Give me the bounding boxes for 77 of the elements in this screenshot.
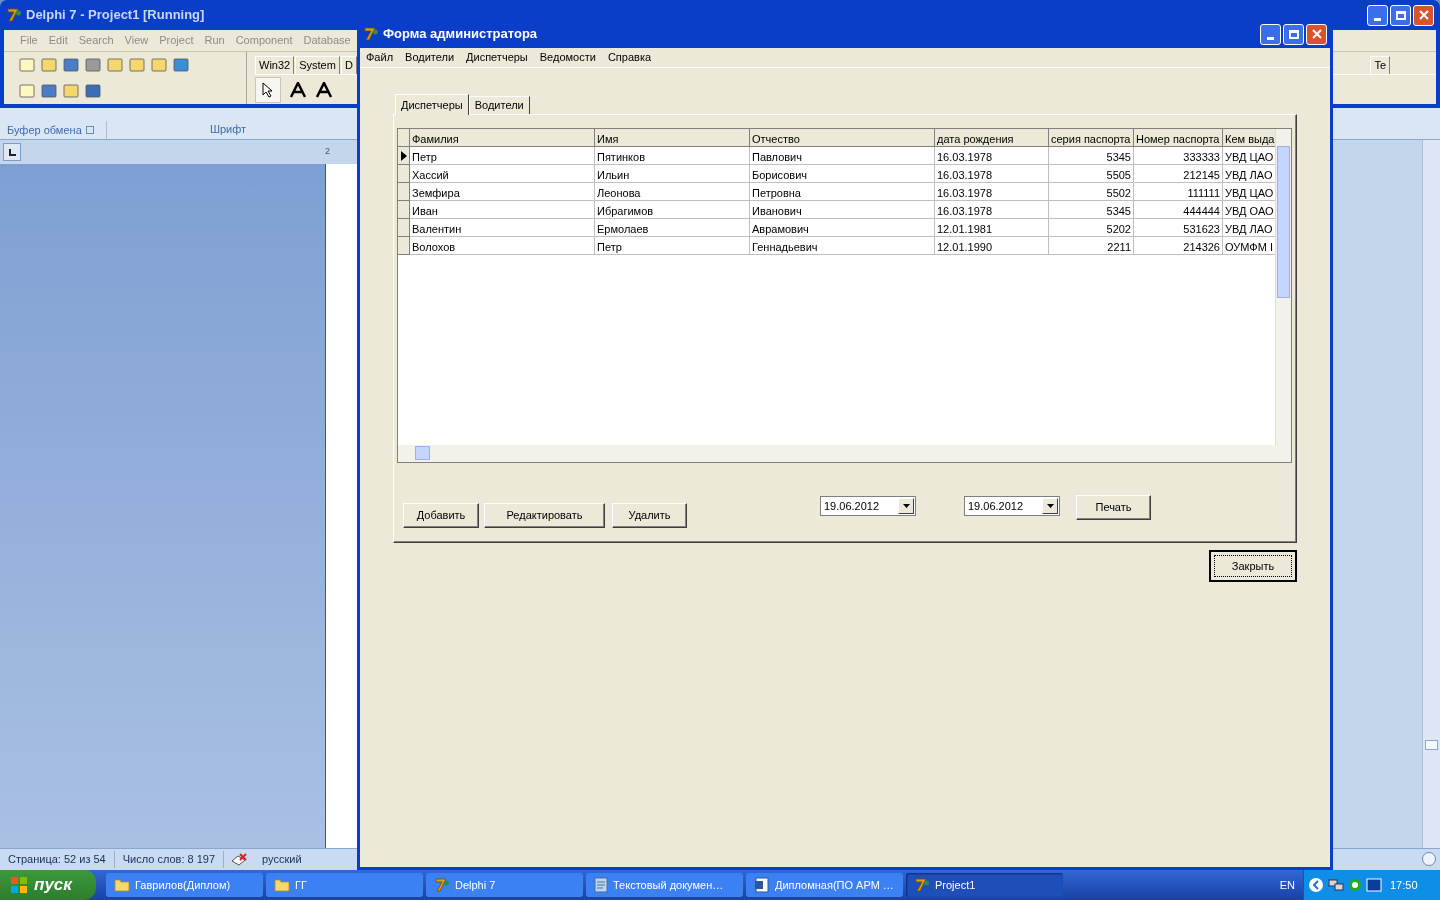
table-cell: Петровна xyxy=(750,183,935,201)
table-cell: Иванович xyxy=(750,201,935,219)
edit-button[interactable]: Редактировать xyxy=(484,503,605,528)
delete-button[interactable]: Удалить xyxy=(612,503,687,528)
table-cell: Волохов xyxy=(410,237,595,255)
page-count: Страница: 52 из 54 xyxy=(0,851,115,868)
table-cell: 212145 xyxy=(1134,165,1223,183)
column-header[interactable]: Имя xyxy=(595,129,750,147)
ribbon-group-label: Шрифт xyxy=(208,122,248,137)
table-cell: 16.03.1978 xyxy=(935,183,1049,201)
menu-item[interactable]: Ведомости xyxy=(539,49,596,66)
table-cell: 2211 xyxy=(1049,237,1134,255)
column-header[interactable]: Отчество xyxy=(750,129,935,147)
table-cell: 333333 xyxy=(1134,147,1223,165)
table-cell: 214326 xyxy=(1134,237,1223,255)
table-cell: Павлович xyxy=(750,147,935,165)
table-cell: Аврамович xyxy=(750,219,935,237)
window-title: Delphi 7 - Project1 [Running] xyxy=(26,6,206,25)
table-cell: Борисович xyxy=(750,165,935,183)
palette-tab[interactable]: Win32 xyxy=(255,56,295,74)
table-cell: Ильин xyxy=(595,165,750,183)
tab[interactable]: Диспетчеры xyxy=(395,94,469,115)
table-cell: 12.01.1981 xyxy=(935,219,1049,237)
print-button[interactable]: Печать xyxy=(1076,495,1151,520)
taskbar-button[interactable]: Дипломная(ПО АРМ … xyxy=(746,873,903,897)
menu-item[interactable]: Файл xyxy=(366,49,394,66)
table-cell: Валентин xyxy=(410,219,595,237)
palette-tab[interactable]: D xyxy=(340,56,357,74)
table-cell: 531623 xyxy=(1134,219,1223,237)
table-cell: Хассий xyxy=(410,165,595,183)
close-dialog-button[interactable]: Закрыть xyxy=(1209,550,1297,582)
table-cell: Петр xyxy=(595,237,750,255)
table-cell: Геннадьевич xyxy=(750,237,935,255)
clock: 17:50 xyxy=(1390,877,1418,893)
window-title: Форма администратора xyxy=(383,25,539,44)
table-cell: Иван xyxy=(410,201,595,219)
table-cell: 12.01.1990 xyxy=(935,237,1049,255)
table-cell: 16.03.1978 xyxy=(935,201,1049,219)
taskbar-button[interactable]: Delphi 7 xyxy=(426,873,583,897)
palette-tab[interactable]: System xyxy=(295,56,340,74)
table-cell: 16.03.1978 xyxy=(935,147,1049,165)
ruler-number: 2 xyxy=(325,145,330,159)
table-cell: Петр xyxy=(410,147,595,165)
language-indicator[interactable]: русский xyxy=(254,851,310,868)
table-cell: 444444 xyxy=(1134,201,1223,219)
date-to-picker[interactable]: 19.06.2012 xyxy=(964,496,1060,516)
table-cell: Леонова xyxy=(595,183,750,201)
tab[interactable]: Водители xyxy=(468,96,530,114)
menu-item[interactable]: Диспетчеры xyxy=(466,49,528,66)
column-header[interactable]: Номер паспорта xyxy=(1134,129,1223,147)
table-cell: Ермолаев xyxy=(595,219,750,237)
taskbar-button[interactable]: ГГ xyxy=(266,873,423,897)
start-button[interactable]: пуск xyxy=(0,870,96,900)
table-cell: 111111 xyxy=(1134,183,1223,201)
table-cell: Пятинков xyxy=(595,147,750,165)
menu-item[interactable]: Водители xyxy=(405,49,455,66)
table-cell: 16.03.1978 xyxy=(935,165,1049,183)
ribbon-group-label: Буфер обмена xyxy=(6,122,82,138)
table-cell: 5502 xyxy=(1049,183,1134,201)
column-header[interactable]: серия паспорта xyxy=(1049,129,1134,147)
taskbar-button[interactable]: Текстовый докумен… xyxy=(586,873,743,897)
taskbar-button[interactable]: Project1 xyxy=(906,873,1063,897)
table-cell: 5345 xyxy=(1049,147,1134,165)
language-indicator[interactable]: EN xyxy=(1279,876,1295,894)
date-from-picker[interactable]: 19.06.2012 xyxy=(820,496,916,516)
word-count: Число слов: 8 197 xyxy=(114,851,225,868)
add-button[interactable]: Добавить xyxy=(403,503,479,528)
column-header[interactable]: Фамилия xyxy=(410,129,595,147)
table-cell: 5202 xyxy=(1049,219,1134,237)
menu-item[interactable]: Справка xyxy=(607,49,652,66)
table-cell: 5505 xyxy=(1049,165,1134,183)
table-cell: Ибрагимов xyxy=(595,201,750,219)
column-header[interactable]: дата рождения xyxy=(935,129,1049,147)
table-cell: Земфира xyxy=(410,183,595,201)
table-cell: 5345 xyxy=(1049,201,1134,219)
palette-tab[interactable]: Te xyxy=(1370,56,1390,74)
taskbar-button[interactable]: Гаврилов(Диплом) xyxy=(106,873,263,897)
